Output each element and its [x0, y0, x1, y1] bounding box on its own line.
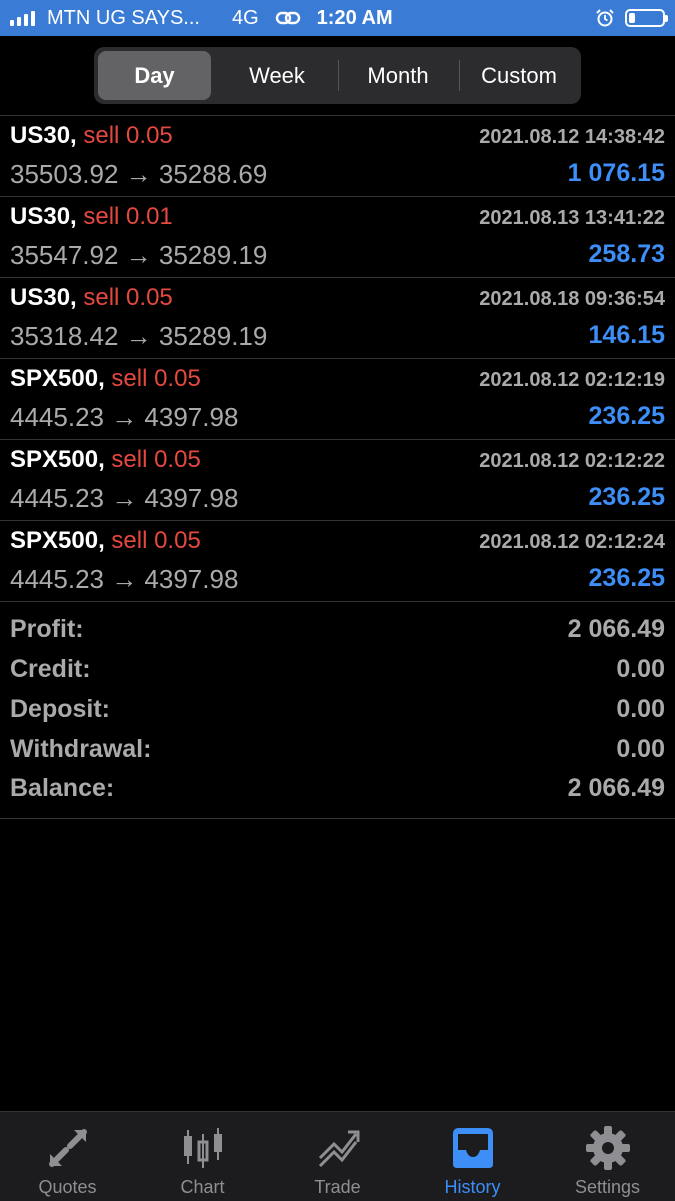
account-summary: Profit: 2 066.49 Credit: 0.00 Deposit: 0…: [0, 601, 675, 819]
deal-prices: 35318.42 → 35289.19: [10, 321, 268, 351]
deal-time: 2021.08.13 13:41:22: [479, 207, 665, 229]
tab-day[interactable]: Day: [98, 51, 211, 100]
summary-row-balance: Balance: 2 066.49: [0, 774, 675, 814]
deal-prices: 4445.23 → 4397.98: [10, 402, 239, 432]
gear-icon: [586, 1126, 630, 1170]
deal-side: sell 0.05: [111, 527, 201, 554]
deal-time: 2021.08.12 02:12:22: [479, 450, 665, 472]
battery-icon: [625, 9, 668, 27]
deal-prices: 35547.92 → 35289.19: [10, 240, 268, 270]
tab-label: Trade: [314, 1177, 361, 1197]
inbox-tray-icon: [453, 1128, 493, 1168]
link-icon: [275, 11, 300, 25]
summary-label: Balance:: [10, 774, 115, 802]
tab-label: Quotes: [38, 1177, 97, 1197]
carrier-name: MTN UG SAYS...: [47, 6, 200, 29]
deal-profit: 236.25: [588, 564, 665, 592]
tab-custom[interactable]: Custom: [460, 51, 578, 100]
summary-value: 0.00: [616, 695, 665, 723]
alarm-icon: [596, 9, 614, 27]
tab-quotes[interactable]: Quotes: [0, 1112, 135, 1201]
cellular-signal-icon: [10, 10, 35, 26]
tab-month[interactable]: Month: [339, 51, 457, 100]
tab-trade[interactable]: Trade: [270, 1112, 405, 1201]
deal-profit: 1 076.15: [567, 159, 665, 187]
candlestick-chart-icon: [184, 1128, 222, 1168]
deal-symbol: US30,: [10, 122, 77, 149]
tab-label: Chart: [180, 1177, 225, 1197]
summary-value: 0.00: [616, 655, 665, 683]
tab-settings[interactable]: Settings: [540, 1112, 675, 1201]
deal-side: sell 0.05: [111, 365, 201, 392]
deal-profit: 258.73: [588, 240, 665, 268]
deal-row[interactable]: SPX500, sell 0.05 2021.08.12 02:12:22 44…: [0, 439, 675, 521]
deal-time: 2021.08.12 02:12:19: [479, 369, 665, 391]
summary-label: Withdrawal:: [10, 735, 152, 763]
deal-row[interactable]: US30, sell 0.05 2021.08.18 09:36:54 3531…: [0, 277, 675, 359]
summary-label: Profit:: [10, 615, 84, 643]
tab-chart[interactable]: Chart: [135, 1112, 270, 1201]
deal-row[interactable]: US30, sell 0.05 2021.08.12 14:38:42 3550…: [0, 115, 675, 197]
deal-time: 2021.08.18 09:36:54: [479, 288, 665, 310]
summary-row-deposit: Deposit: 0.00: [0, 695, 675, 735]
deal-symbol: US30,: [10, 203, 77, 230]
deal-side: sell 0.01: [83, 203, 173, 230]
summary-row-profit: Profit: 2 066.49: [0, 615, 675, 655]
tab-label: Settings: [574, 1177, 641, 1197]
status-bar: MTN UG SAYS... 4G 1:20 AM: [0, 0, 675, 36]
summary-label: Credit:: [10, 655, 91, 683]
summary-value: 2 066.49: [567, 774, 665, 802]
summary-value: 2 066.49: [567, 615, 665, 643]
summary-row-withdrawal: Withdrawal: 0.00: [0, 735, 675, 775]
period-segmented-control: Day Week Month Custom: [94, 47, 581, 104]
summary-value: 0.00: [616, 735, 665, 763]
quotes-icon: [49, 1129, 87, 1167]
bottom-tab-bar: Quotes Chart Trade History Settings: [0, 1111, 675, 1201]
deal-prices: 35503.92 → 35288.69: [10, 159, 268, 189]
summary-row-credit: Credit: 0.00: [0, 655, 675, 695]
deal-symbol: US30,: [10, 284, 77, 311]
deal-side: sell 0.05: [83, 122, 173, 149]
deal-profit: 146.15: [588, 321, 665, 349]
deal-symbol: SPX500,: [10, 527, 105, 554]
deal-row[interactable]: SPX500, sell 0.05 2021.08.12 02:12:19 44…: [0, 358, 675, 440]
deal-symbol: SPX500,: [10, 446, 105, 473]
deal-prices: 4445.23 → 4397.98: [10, 564, 239, 594]
deal-prices: 4445.23 → 4397.98: [10, 483, 239, 513]
deal-profit: 236.25: [588, 483, 665, 511]
tab-history[interactable]: History: [405, 1112, 540, 1201]
deal-row[interactable]: US30, sell 0.01 2021.08.13 13:41:22 3554…: [0, 196, 675, 278]
deal-side: sell 0.05: [111, 446, 201, 473]
trade-trend-icon: [318, 1130, 360, 1168]
deal-profit: 236.25: [588, 402, 665, 430]
clock-time: 1:20 AM: [316, 6, 393, 29]
deal-symbol: SPX500,: [10, 365, 105, 392]
deal-side: sell 0.05: [83, 284, 173, 311]
tab-week[interactable]: Week: [216, 51, 338, 100]
tab-label: History: [444, 1177, 501, 1197]
summary-label: Deposit:: [10, 695, 110, 723]
deal-time: 2021.08.12 14:38:42: [479, 126, 665, 148]
deal-row[interactable]: SPX500, sell 0.05 2021.08.12 02:12:24 44…: [0, 520, 675, 602]
network-type: 4G: [231, 6, 259, 29]
deal-time: 2021.08.12 02:12:24: [479, 531, 665, 553]
